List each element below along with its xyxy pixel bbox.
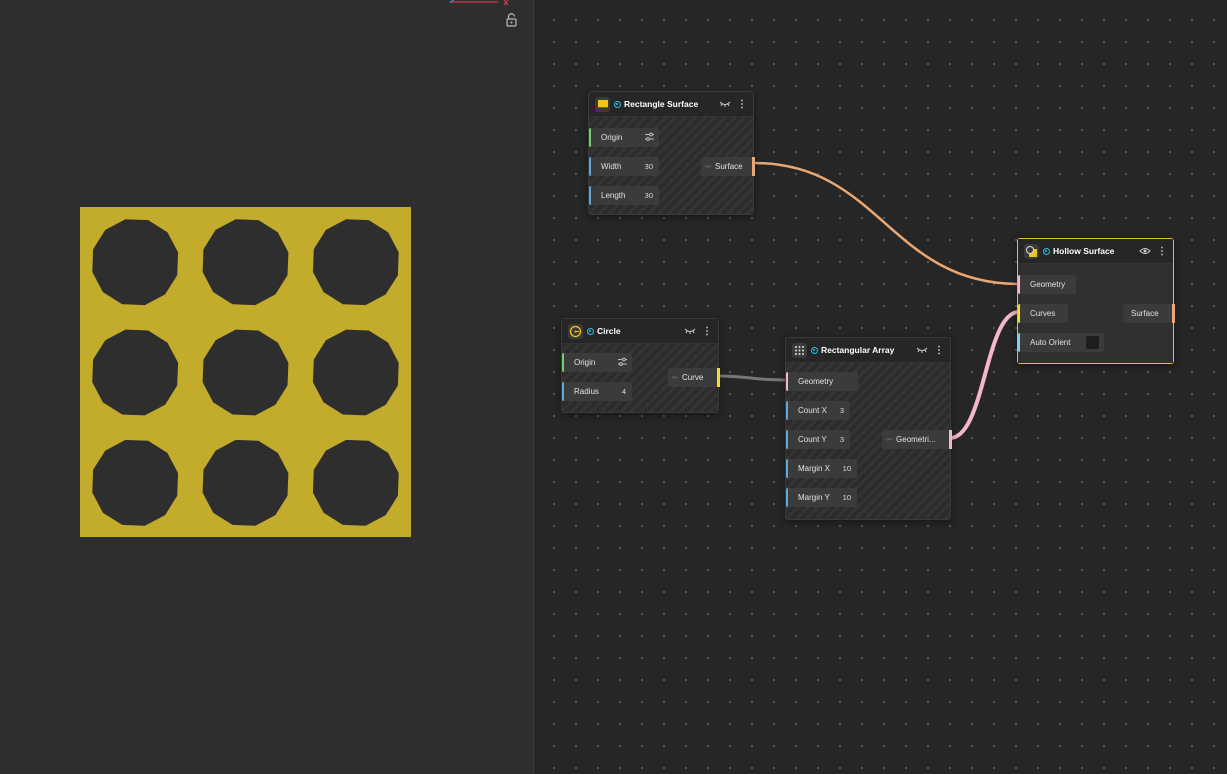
input-radius[interactable]: Radius 4: [562, 382, 632, 401]
eye-icon[interactable]: [1139, 247, 1151, 255]
status-icon: [614, 100, 621, 108]
hole: [312, 219, 399, 306]
wave-icon: 〰: [886, 438, 893, 444]
input-margin-y[interactable]: Margin Y 10: [786, 488, 857, 507]
node-rectangle-surface[interactable]: Rectangle Surface ⋮ Origin Width 30 Leng…: [588, 91, 755, 215]
viewport-3d[interactable]: [0, 0, 533, 774]
node-header[interactable]: Rectangular Array ⋮: [786, 338, 950, 363]
wave-icon: 〰: [672, 376, 679, 382]
node-title: Rectangle Surface: [624, 99, 699, 109]
more-menu-icon[interactable]: ⋮: [934, 345, 944, 356]
hole: [202, 219, 289, 306]
node-circle[interactable]: Circle ⋮ Origin Radius 4 〰 Curve: [561, 318, 720, 413]
wave-icon: 〰: [705, 165, 712, 171]
circle-icon: [568, 323, 583, 339]
output-surface[interactable]: Surface: [1123, 304, 1175, 323]
input-geometry[interactable]: Geometry: [786, 372, 858, 391]
more-menu-icon[interactable]: ⋮: [702, 326, 712, 337]
status-icon: [811, 346, 818, 354]
hidden-eye-icon[interactable]: [916, 347, 928, 353]
port-curve[interactable]: [717, 368, 720, 387]
status-icon: [1043, 247, 1050, 255]
node-header[interactable]: Hollow Surface ⋮: [1018, 239, 1173, 264]
hollow-surface-preview: [80, 207, 411, 537]
port-surface[interactable]: [752, 157, 755, 176]
hole: [202, 439, 289, 526]
output-geometries[interactable]: 〰 Geometri...: [882, 430, 952, 449]
rectangle-surface-icon: [595, 96, 610, 112]
holes-group: [92, 219, 399, 526]
port-surface[interactable]: [1172, 304, 1175, 323]
hole: [312, 329, 399, 416]
more-menu-icon[interactable]: ⋮: [1157, 246, 1167, 257]
node-title: Hollow Surface: [1053, 246, 1115, 256]
hole: [92, 439, 179, 526]
input-origin[interactable]: Origin: [562, 353, 632, 372]
input-geometry[interactable]: Geometry: [1018, 275, 1076, 294]
input-margin-x[interactable]: Margin X 10: [786, 459, 857, 478]
node-rectangular-array[interactable]: Rectangular Array ⋮ Geometry Count X 3 C…: [785, 337, 952, 520]
input-width[interactable]: Width 30: [589, 157, 659, 176]
node-header[interactable]: Circle ⋮: [562, 319, 718, 344]
input-count-x[interactable]: Count X 3: [786, 401, 850, 420]
node-hollow-surface[interactable]: Hollow Surface ⋮ Geometry Curves Auto Or…: [1017, 238, 1175, 364]
hole: [202, 329, 289, 416]
port-geometries[interactable]: [949, 430, 952, 449]
adjust-icon[interactable]: [617, 357, 628, 367]
hidden-eye-icon[interactable]: [684, 328, 696, 334]
input-length[interactable]: Length 30: [589, 186, 659, 205]
node-title: Circle: [597, 326, 621, 336]
hole: [92, 219, 179, 306]
node-header[interactable]: Rectangle Surface ⋮: [589, 92, 753, 117]
hole: [92, 329, 179, 416]
output-curve[interactable]: 〰 Curve: [668, 368, 720, 387]
input-origin[interactable]: Origin: [589, 128, 659, 147]
more-menu-icon[interactable]: ⋮: [737, 99, 747, 110]
hidden-eye-icon[interactable]: [719, 101, 731, 107]
auto-orient-checkbox[interactable]: [1086, 336, 1099, 349]
hole: [312, 439, 399, 526]
input-curves[interactable]: Curves: [1018, 304, 1068, 323]
status-icon: [587, 327, 594, 335]
hollow-surface-icon: [1024, 243, 1039, 259]
node-title: Rectangular Array: [821, 345, 895, 355]
input-auto-orient[interactable]: Auto Orient: [1018, 333, 1104, 352]
output-surface[interactable]: 〰 Surface: [701, 157, 755, 176]
adjust-icon[interactable]: [644, 132, 655, 142]
input-count-y[interactable]: Count Y 3: [786, 430, 850, 449]
grid-icon: [792, 342, 807, 358]
